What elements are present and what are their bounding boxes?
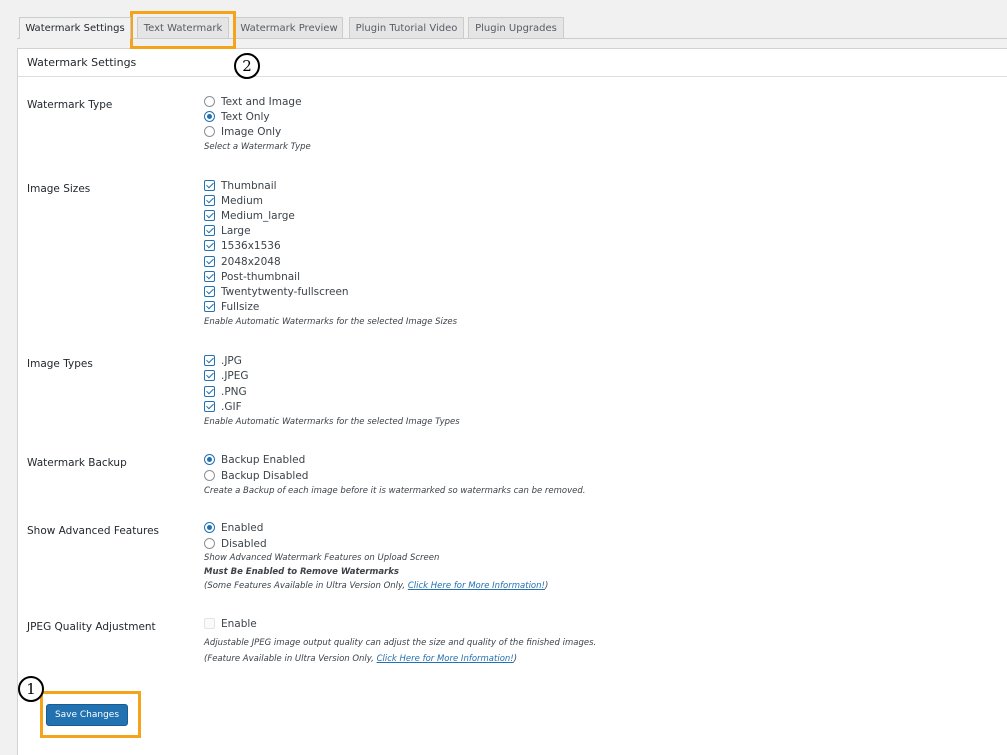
more-info-link[interactable]: Click Here for More Information! — [408, 581, 545, 591]
radio-image-only[interactable] — [204, 126, 215, 137]
option-twentytwenty-fullscreen[interactable]: Twentytwenty-fullscreen — [204, 284, 349, 299]
note-suffix: ) — [513, 654, 518, 664]
jpeg-quality-ultra-note: (Feature Available in Ultra Version Only… — [204, 653, 517, 665]
advanced-features-label: Show Advanced Features — [27, 525, 160, 537]
checkbox-png[interactable] — [204, 386, 215, 397]
radio-text-only[interactable] — [204, 111, 215, 122]
advanced-features-description: Show Advanced Watermark Features on Uplo… — [204, 553, 440, 563]
tab-text-watermark[interactable]: Text Watermark — [137, 17, 229, 38]
watermark-type-description: Select a Watermark Type — [204, 142, 311, 152]
checkbox-medium[interactable] — [204, 195, 215, 206]
note-prefix: (Feature Available in Ultra Version Only… — [204, 654, 377, 664]
option-backup-enabled[interactable]: Backup Enabled — [204, 452, 305, 467]
tab-watermark-settings[interactable]: Watermark Settings — [19, 17, 131, 39]
option-label: Large — [221, 224, 251, 237]
note-prefix: (Some Features Available in Ultra Versio… — [204, 581, 408, 591]
jpeg-quality-description: Adjustable JPEG image output quality can… — [204, 638, 597, 648]
checkbox-large[interactable] — [204, 225, 215, 236]
more-info-link-jpeg[interactable]: Click Here for More Information! — [377, 654, 514, 664]
option-label: Fullsize — [221, 300, 260, 313]
option-large[interactable]: Large — [204, 223, 251, 238]
checkbox-twentytwenty-fullscreen[interactable] — [204, 286, 215, 297]
image-sizes-description: Enable Automatic Watermarks for the sele… — [204, 317, 458, 327]
tab-plugin-tutorial-video[interactable]: Plugin Tutorial Video — [349, 17, 464, 38]
option-advanced-enabled[interactable]: Enabled — [204, 520, 263, 535]
advanced-features-note-bold: Must Be Enabled to Remove Watermarks — [204, 567, 399, 577]
checkbox-medium-large[interactable] — [204, 210, 215, 221]
option-text-and-image[interactable]: Text and Image — [204, 94, 302, 109]
checkbox-jpg[interactable] — [204, 355, 215, 366]
checkbox-post-thumbnail[interactable] — [204, 271, 215, 282]
radio-text-and-image[interactable] — [204, 96, 215, 107]
checkbox-fullsize[interactable] — [204, 301, 215, 312]
option-advanced-disabled[interactable]: Disabled — [204, 536, 267, 551]
image-types-label: Image Types — [27, 358, 93, 370]
checkbox-jpeg-quality[interactable] — [204, 618, 215, 629]
option-label: Text Only — [221, 110, 270, 123]
checkbox-1536x1536[interactable] — [204, 240, 215, 251]
option-backup-disabled[interactable]: Backup Disabled — [204, 468, 308, 483]
radio-backup-enabled[interactable] — [204, 454, 215, 465]
option-label: Backup Enabled — [221, 453, 306, 466]
watermark-backup-label: Watermark Backup — [27, 457, 127, 469]
option-label: Backup Disabled — [221, 469, 309, 482]
image-types-description: Enable Automatic Watermarks for the sele… — [204, 417, 460, 427]
option-thumbnail[interactable]: Thumbnail — [204, 178, 277, 193]
option-label: .JPG — [221, 354, 242, 367]
option-jpeg[interactable]: .JPEG — [204, 368, 249, 383]
option-label: .PNG — [221, 385, 247, 398]
step-2-marker: 2 — [234, 53, 260, 79]
option-jpeg-quality-enable[interactable]: Enable — [204, 616, 257, 631]
option-label: Twentytwenty-fullscreen — [221, 285, 349, 298]
option-label: .JPEG — [221, 369, 249, 382]
image-sizes-label: Image Sizes — [27, 183, 91, 195]
option-fullsize[interactable]: Fullsize — [204, 299, 259, 314]
advanced-features-ultra-note: (Some Features Available in Ultra Versio… — [204, 580, 548, 592]
settings-panel: Watermark Settings Watermark Type Text a… — [17, 48, 1007, 755]
option-1536x1536[interactable]: 1536x1536 — [204, 238, 281, 253]
option-medium[interactable]: Medium — [204, 193, 263, 208]
jpeg-quality-label: JPEG Quality Adjustment — [27, 621, 156, 633]
panel-title: Watermark Settings — [27, 56, 137, 69]
option-label: Thumbnail — [221, 179, 277, 192]
option-gif[interactable]: .GIF — [204, 399, 242, 414]
option-label: Enabled — [221, 521, 264, 534]
option-medium-large[interactable]: Medium_large — [204, 208, 295, 223]
option-label: Text and Image — [221, 95, 302, 108]
panel-header: Watermark Settings — [18, 49, 1007, 77]
tab-watermark-preview[interactable]: Watermark Preview — [235, 17, 343, 38]
option-2048x2048[interactable]: 2048x2048 — [204, 254, 281, 269]
option-label: Enable — [221, 617, 257, 630]
option-image-only[interactable]: Image Only — [204, 124, 281, 139]
checkbox-2048x2048[interactable] — [204, 256, 215, 267]
radio-backup-disabled[interactable] — [204, 470, 215, 481]
tab-plugin-upgrades[interactable]: Plugin Upgrades — [468, 17, 564, 38]
option-label: Disabled — [221, 537, 267, 550]
option-label: Post-thumbnail — [221, 270, 301, 283]
checkbox-gif[interactable] — [204, 401, 215, 412]
save-changes-button[interactable]: Save Changes — [46, 704, 128, 726]
option-label: 1536x1536 — [221, 239, 281, 252]
tabs-divider — [17, 38, 1007, 39]
advanced-features-note: Must Be Enabled to Remove Watermarks — [204, 566, 399, 578]
option-text-only[interactable]: Text Only — [204, 109, 270, 124]
option-jpg[interactable]: .JPG — [204, 353, 242, 368]
option-post-thumbnail[interactable]: Post-thumbnail — [204, 269, 300, 284]
note-suffix: ) — [544, 581, 549, 591]
step-1-marker: 1 — [18, 676, 44, 702]
option-label: 2048x2048 — [221, 255, 281, 268]
watermark-type-label: Watermark Type — [27, 99, 113, 111]
option-png[interactable]: .PNG — [204, 384, 247, 399]
radio-advanced-disabled[interactable] — [204, 538, 215, 549]
option-label: Medium_large — [221, 209, 295, 222]
watermark-backup-description: Create a Backup of each image before it … — [204, 486, 586, 496]
radio-advanced-enabled[interactable] — [204, 522, 215, 533]
option-label: .GIF — [221, 400, 242, 413]
option-label: Image Only — [221, 125, 282, 138]
option-label: Medium — [221, 194, 263, 207]
checkbox-thumbnail[interactable] — [204, 180, 215, 191]
checkbox-jpeg[interactable] — [204, 370, 215, 381]
